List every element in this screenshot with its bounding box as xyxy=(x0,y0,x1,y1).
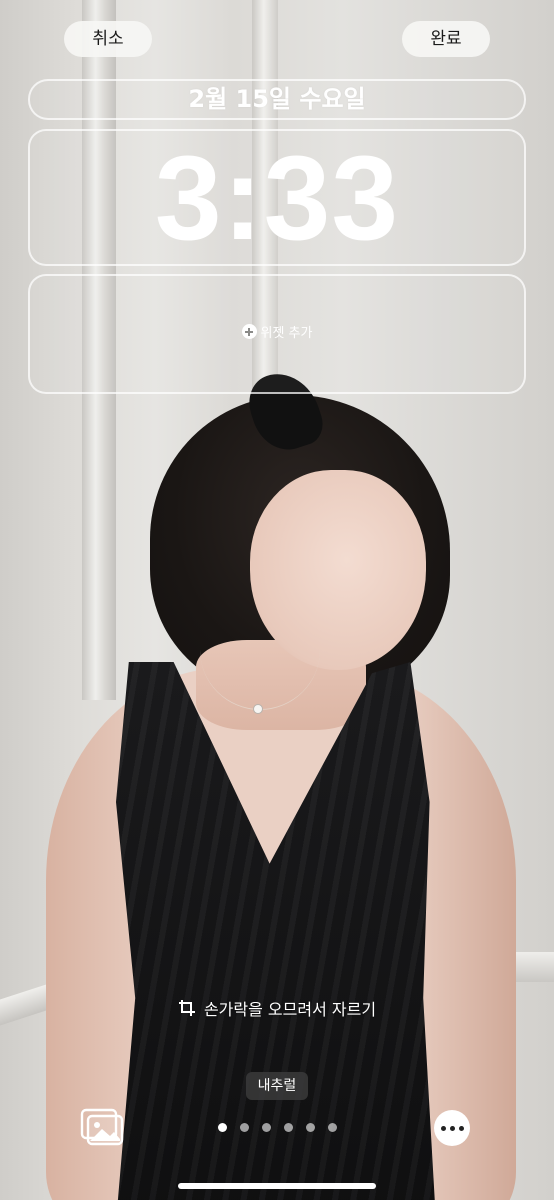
crop-hint: 손가락을 오므려서 자르기 xyxy=(0,996,554,1020)
wallpaper-page-indicator[interactable] xyxy=(218,1123,337,1133)
home-indicator[interactable] xyxy=(178,1183,376,1189)
lock-screen-time: 3:33 xyxy=(154,131,400,265)
lock-screen-date: 2월 15일 수요일 xyxy=(188,85,366,113)
ellipsis-icon xyxy=(449,1125,455,1131)
widget-area-frame[interactable]: 위젯 추가 xyxy=(28,274,526,394)
filter-style-label: 내추럴 xyxy=(246,1072,308,1100)
clock-frame[interactable]: 3:33 xyxy=(28,129,526,266)
page-dot[interactable] xyxy=(306,1123,315,1132)
add-widget-button[interactable]: 위젯 추가 xyxy=(30,322,524,341)
more-options-button[interactable] xyxy=(434,1110,470,1146)
done-button[interactable]: 완료 xyxy=(402,21,490,57)
page-dot[interactable] xyxy=(328,1123,337,1132)
photo-subject-pendant xyxy=(253,704,263,714)
page-dot[interactable] xyxy=(262,1123,271,1132)
date-widget-frame[interactable]: 2월 15일 수요일 xyxy=(28,79,526,120)
crop-hint-text: 손가락을 오므려서 자르기 xyxy=(203,1000,377,1019)
ellipsis-icon xyxy=(458,1125,464,1131)
cancel-button[interactable]: 취소 xyxy=(64,21,152,57)
page-dot[interactable] xyxy=(284,1123,293,1132)
add-widget-label: 위젯 추가 xyxy=(260,326,313,341)
photo-subject-face xyxy=(250,470,426,670)
photo-library-button[interactable] xyxy=(80,1108,124,1146)
crop-icon xyxy=(178,1000,195,1016)
plus-circle-icon xyxy=(241,324,257,339)
photo-library-icon xyxy=(80,1108,124,1146)
ellipsis-icon xyxy=(440,1125,446,1131)
page-dot[interactable] xyxy=(218,1123,227,1132)
page-dot[interactable] xyxy=(240,1123,249,1132)
